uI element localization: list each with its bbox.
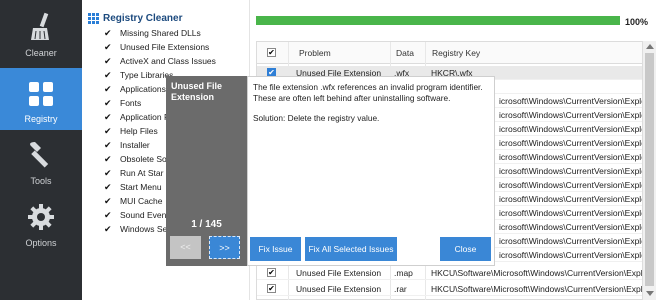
registry-grid-icon bbox=[29, 82, 53, 106]
row-registry-key: icrosoft\Windows\CurrentVersion\Explo bbox=[499, 138, 646, 148]
row-registry-key: icrosoft\Windows\CurrentVersion\Explo bbox=[499, 180, 646, 190]
issue-dialog-body: The file extension .wfx references an in… bbox=[247, 76, 495, 266]
scroll-up-icon[interactable] bbox=[646, 44, 654, 49]
row-registry-key: icrosoft\Windows\CurrentVersion\Explo bbox=[499, 208, 646, 218]
row-checkbox[interactable]: ✔ bbox=[267, 268, 276, 277]
checklist-item[interactable]: ✔ Help Files bbox=[104, 124, 158, 138]
checklist-header: Registry Cleaner bbox=[88, 11, 182, 25]
scan-progress-bar bbox=[256, 16, 620, 25]
checklist-item[interactable]: ✔ Start Menu bbox=[104, 180, 162, 194]
issue-description: The file extension .wfx references an in… bbox=[253, 82, 483, 103]
table-header: ✔ Problem Data Registry Key bbox=[257, 42, 643, 64]
progress-percent: 100% bbox=[625, 17, 649, 27]
checklist-item[interactable]: ✔ Applications bbox=[104, 82, 166, 96]
row-registry-key: icrosoft\Windows\CurrentVersion\Explo bbox=[499, 96, 646, 106]
scroll-down-icon[interactable] bbox=[646, 291, 654, 296]
checklist-item[interactable]: ✔ Windows Se bbox=[104, 222, 167, 236]
checklist-item[interactable]: ✔ Installer bbox=[104, 138, 150, 152]
row-registry-key: icrosoft\Windows\CurrentVersion\Explo bbox=[499, 110, 646, 120]
checklist-item[interactable]: ✔ Type Libraries bbox=[104, 68, 173, 82]
nav-item-options[interactable]: Options bbox=[0, 192, 82, 254]
issue-dialog-sidebar: Unused File Extension 1 / 145 << >> bbox=[166, 76, 247, 266]
nav-label-registry: Registry bbox=[24, 114, 58, 124]
row-data: .map bbox=[394, 268, 413, 278]
column-header-problem[interactable]: Problem bbox=[299, 48, 331, 58]
progress-fill bbox=[256, 16, 620, 25]
issue-dialog-title: Unused File Extension bbox=[171, 81, 223, 102]
checklist-title: Registry Cleaner bbox=[103, 12, 183, 24]
checkmark-icon: ✔ bbox=[104, 181, 112, 192]
nav-label-tools: Tools bbox=[30, 176, 52, 186]
row-registry-key: icrosoft\Windows\CurrentVersion\Explo bbox=[499, 194, 646, 204]
checkmark-icon: ✔ bbox=[104, 195, 112, 206]
row-data: .rar bbox=[394, 284, 407, 294]
checkmark-icon: ✔ bbox=[104, 69, 112, 80]
row-registry-key: icrosoft\Windows\CurrentVersion\Explo bbox=[499, 124, 646, 134]
column-header-registry-key[interactable]: Registry Key bbox=[432, 48, 480, 58]
checkmark-icon: ✔ bbox=[104, 139, 112, 150]
row-problem: Unused File Extension bbox=[296, 268, 382, 278]
checkmark-icon: ✔ bbox=[104, 125, 112, 136]
table-row[interactable]: ✔ Unused File Extension .map HKCU\Softwa… bbox=[257, 266, 647, 280]
scroll-thumb[interactable] bbox=[645, 53, 654, 286]
broom-icon bbox=[31, 12, 49, 40]
nav-item-tools[interactable]: Tools bbox=[0, 130, 82, 192]
row-registry-key: icrosoft\Windows\CurrentVersion\Explo bbox=[499, 222, 646, 232]
checkmark-icon: ✔ bbox=[104, 41, 112, 52]
nav-label-options: Options bbox=[25, 238, 57, 248]
previous-issue-button[interactable]: << bbox=[170, 236, 201, 259]
registry-cleaner-icon bbox=[88, 12, 99, 24]
row-problem: Unused File Extension bbox=[296, 284, 382, 294]
row-registry-key: icrosoft\Windows\CurrentVersion\Explo bbox=[499, 166, 646, 176]
table-scrollbar[interactable] bbox=[642, 41, 656, 300]
gear-icon bbox=[28, 204, 54, 230]
select-all-checkbox[interactable]: ✔ bbox=[267, 48, 276, 57]
nav-item-registry[interactable]: Registry bbox=[0, 68, 82, 130]
checkmark-icon: ✔ bbox=[104, 83, 112, 94]
nav-label-cleaner: Cleaner bbox=[25, 48, 57, 58]
checklist-item[interactable]: ✔ MUI Cache bbox=[104, 194, 163, 208]
next-issue-button[interactable]: >> bbox=[209, 236, 240, 259]
checklist-item[interactable]: ✔ Sound Even bbox=[104, 208, 166, 222]
row-registry-key: icrosoft\Windows\CurrentVersion\Explo bbox=[499, 152, 646, 162]
checklist-item[interactable]: ✔ Fonts bbox=[104, 96, 141, 110]
checkmark-icon: ✔ bbox=[104, 167, 112, 178]
row-registry-key: icrosoft\Windows\CurrentVersion\Explo bbox=[499, 236, 646, 246]
checklist-item[interactable]: ✔ Missing Shared DLLs bbox=[104, 26, 201, 40]
checklist-item[interactable]: ✔ Run At Star bbox=[104, 166, 163, 180]
nav-item-cleaner[interactable]: Cleaner bbox=[0, 2, 82, 64]
issue-solution: Solution: Delete the registry value. bbox=[253, 113, 380, 123]
checklist-item[interactable]: ✔ Unused File Extensions bbox=[104, 40, 209, 54]
checkmark-icon: ✔ bbox=[104, 111, 112, 122]
checkmark-icon: ✔ bbox=[104, 27, 112, 38]
checkmark-icon: ✔ bbox=[104, 223, 112, 234]
checklist-item[interactable]: ✔ Application P bbox=[104, 110, 170, 124]
fix-issue-button[interactable]: Fix Issue bbox=[250, 237, 301, 261]
row-checkbox[interactable]: ✔ bbox=[267, 284, 276, 293]
checkmark-icon: ✔ bbox=[104, 55, 112, 66]
fix-all-selected-button[interactable]: Fix All Selected Issues bbox=[305, 237, 397, 261]
column-header-data[interactable]: Data bbox=[396, 48, 414, 58]
checkmark-icon: ✔ bbox=[104, 97, 112, 108]
table-row[interactable]: ✔ Unused File Extension .rar HKCU\Softwa… bbox=[257, 282, 647, 296]
issue-pager: 1 / 145 bbox=[191, 219, 222, 230]
checkmark-icon: ✔ bbox=[104, 153, 112, 164]
row-registry-key: HKCU\Software\Microsoft\Windows\CurrentV… bbox=[431, 268, 648, 278]
checklist-item[interactable]: ✔ ActiveX and Class Issues bbox=[104, 54, 216, 68]
row-registry-key: icrosoft\Windows\CurrentVersion\Explo bbox=[499, 250, 646, 260]
close-button[interactable]: Close bbox=[440, 237, 491, 261]
checkmark-icon: ✔ bbox=[104, 209, 112, 220]
row-registry-key: HKCU\Software\Microsoft\Windows\CurrentV… bbox=[431, 284, 648, 294]
checklist-item[interactable]: ✔ Obsolete So bbox=[104, 152, 167, 166]
wrench-icon bbox=[30, 142, 49, 168]
left-nav: Cleaner Registry Tools Options bbox=[0, 0, 82, 300]
